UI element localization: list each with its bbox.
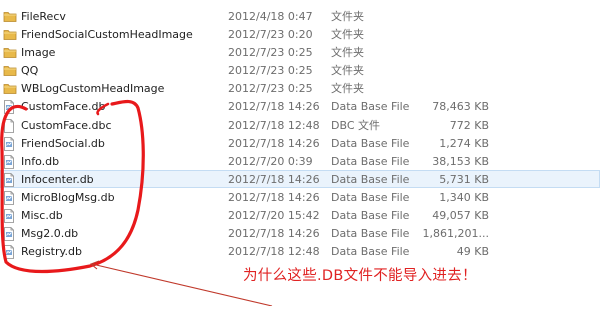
file-size: 1,861,201... [422, 227, 489, 241]
file-type: 文件夹 [331, 64, 364, 78]
file-size: 1,340 KB [439, 190, 489, 204]
file-icon [3, 118, 16, 133]
file-date-modified: 2012/7/20 15:42 [228, 209, 320, 223]
file-date-modified: 2012/7/23 0:20 [228, 28, 313, 42]
file-name: Registry.db [21, 245, 82, 259]
database-file-icon [3, 209, 16, 223]
file-size: 78,463 KB [432, 100, 489, 114]
file-date-modified: 2012/7/18 14:26 [228, 172, 320, 186]
file-name: Infocenter.db [21, 172, 94, 186]
file-name: CustomFace.dbc [21, 118, 112, 132]
file-row[interactable]: Info.db 2012/7/20 0:39 Data Base File 38,15… [0, 152, 600, 170]
database-file-icon [3, 172, 16, 187]
file-type: DBC 文件 [331, 118, 381, 132]
file-type: Data Base File [331, 227, 410, 241]
file-name: Image [21, 46, 56, 60]
folder-icon [3, 46, 17, 59]
file-name: FriendSocialCustomHeadImage [21, 28, 193, 42]
file-row[interactable]: Registry.db 2012/7/18 12:48 Data Base File… [0, 242, 600, 260]
file-row[interactable]: MicroBlogMsg.db 2012/7/18 14:26 Data Base … [0, 188, 600, 206]
file-name: Misc.db [21, 209, 63, 223]
file-name: WBLogCustomHeadImage [21, 82, 165, 96]
annotation-arrow-line [91, 263, 273, 307]
file-row[interactable]: CustomFace.db 2012/7/18 14:26 Data Base Fi… [0, 97, 600, 115]
file-date-modified: 2012/7/18 14:26 [228, 100, 320, 114]
file-date-modified: 2012/7/23 0:25 [228, 82, 313, 96]
file-name: Info.db [21, 154, 60, 168]
file-size: 1,274 KB [439, 136, 489, 150]
file-name: FileRecv [21, 10, 66, 23]
file-row[interactable]: FriendSocial.db 2012/7/18 14:26 Data Base … [0, 134, 600, 152]
database-file-icon [3, 191, 16, 205]
file-row[interactable]: Msg2.0.db 2012/7/18 14:26 Data Base File 1,… [0, 224, 600, 242]
file-row[interactable]: Misc.db 2012/7/20 15:42 Data Base File 49,0… [0, 206, 600, 224]
file-type: 文件夹 [331, 46, 364, 60]
file-name: Msg2.0.db [21, 227, 79, 241]
folder-row[interactable]: Image 2012/7/23 0:25 文件夹 [0, 43, 600, 61]
file-list: FileRecv 2012/4/18 0:47 文件夹 FriendSocialCus… [0, 7, 600, 260]
database-file-icon [3, 227, 16, 242]
database-file-icon [3, 154, 16, 169]
folder-row[interactable]: QQ 2012/7/23 0:25 文件夹 [0, 61, 600, 79]
file-date-modified: 2012/7/23 0:25 [228, 46, 313, 60]
file-name: QQ [21, 64, 39, 78]
folder-row[interactable]: FileRecv 2012/4/18 0:47 文件夹 [0, 7, 600, 25]
file-name: CustomFace.db [21, 100, 106, 114]
folder-row[interactable]: WBLogCustomHeadImage 2012/7/23 0:25 文件夹 [0, 79, 600, 97]
file-type: Data Base File [331, 100, 410, 114]
file-date-modified: 2012/7/18 12:48 [228, 118, 320, 132]
file-size: 38,153 KB [432, 154, 489, 168]
database-file-icon [3, 136, 16, 151]
file-date-modified: 2012/4/18 0:47 [228, 10, 313, 23]
folder-icon [3, 10, 17, 23]
annotation-arrow-head [89, 260, 100, 270]
file-type: Data Base File [331, 154, 410, 168]
database-file-icon [3, 245, 16, 260]
file-size: 772 KB [449, 118, 489, 132]
file-row[interactable]: CustomFace.dbc 2012/7/18 12:48 DBC 文件 772 K… [0, 116, 600, 134]
file-date-modified: 2012/7/18 14:26 [228, 190, 320, 204]
file-date-modified: 2012/7/20 0:39 [228, 154, 313, 168]
file-type: 文件夹 [331, 10, 364, 23]
file-type: 文件夹 [331, 82, 364, 96]
file-type: Data Base File [331, 245, 410, 259]
annotation-text: 为什么这些.DB文件不能导入进去！ [243, 268, 477, 284]
folder-row[interactable]: FriendSocialCustomHeadImage 2012/7/23 0:2… [0, 25, 600, 43]
folder-icon [3, 82, 17, 95]
database-file-icon [3, 100, 16, 115]
file-size: 49,057 KB [432, 209, 489, 223]
file-size: 49 KB [456, 245, 489, 259]
file-date-modified: 2012/7/18 14:26 [228, 136, 320, 150]
file-size: 5,731 KB [439, 172, 489, 186]
folder-icon [3, 28, 17, 41]
file-date-modified: 2012/7/18 12:48 [228, 245, 320, 259]
file-date-modified: 2012/7/18 14:26 [228, 227, 320, 241]
file-name: MicroBlogMsg.db [21, 190, 115, 204]
file-type: Data Base File [331, 209, 410, 223]
file-type: 文件夹 [331, 28, 364, 42]
file-row[interactable]: Infocenter.db 2012/7/18 14:26 Data Base Fi… [0, 169, 600, 188]
file-date-modified: 2012/7/23 0:25 [228, 64, 313, 78]
file-type: Data Base File [331, 136, 410, 150]
file-name: FriendSocial.db [21, 136, 105, 150]
folder-icon [3, 64, 17, 77]
file-type: Data Base File [331, 190, 410, 204]
file-type: Data Base File [331, 172, 410, 186]
